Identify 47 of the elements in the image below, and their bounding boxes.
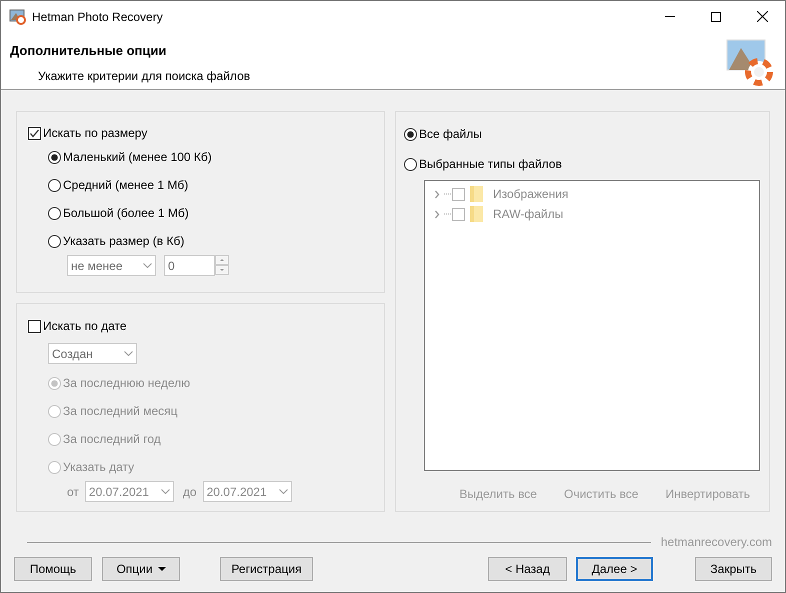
tree-connector <box>444 193 452 195</box>
dialog-button[interactable]: Далее > <box>576 557 653 581</box>
size-option-label[interactable]: Средний (менее 1 Мб) <box>63 176 188 194</box>
folder-icon <box>470 186 483 202</box>
dialog-button[interactable]: < Назад <box>488 557 567 581</box>
dialog-button[interactable]: Регистрация <box>220 557 313 581</box>
page-subtitle: Укажите критерии для поиска файлов <box>37 68 250 84</box>
file-type-option-label[interactable]: Выбранные типы файлов <box>419 155 562 173</box>
size-filter-label[interactable]: Искать по размеру <box>43 124 148 142</box>
photo-lifebuoy-icon <box>725 38 773 86</box>
app-icon <box>9 8 26 25</box>
chevron-down-icon <box>124 351 133 356</box>
radio-button[interactable] <box>48 150 61 164</box>
radio-button[interactable] <box>48 206 61 220</box>
chevron-down-icon <box>160 489 170 494</box>
website-label: hetmanrecovery.com <box>660 534 772 551</box>
window-title: Hetman Photo Recovery <box>32 8 163 26</box>
maximize-icon <box>711 12 721 22</box>
from-label: от <box>67 484 79 500</box>
radio-button[interactable] <box>48 234 61 248</box>
menu-button[interactable]: Опции <box>102 557 180 581</box>
close-icon <box>756 11 768 22</box>
from-date-picker[interactable]: 20.07.2021 <box>84 481 174 502</box>
chevron-down-icon <box>143 263 152 268</box>
radio-button[interactable] <box>48 178 61 192</box>
spin-up-icon[interactable] <box>215 255 229 265</box>
minimize-icon <box>665 16 675 17</box>
to-date-picker[interactable]: 20.07.2021 <box>202 481 292 502</box>
page-title: Дополнительные опции <box>10 42 168 60</box>
checkbox[interactable] <box>28 126 41 140</box>
dialog-button[interactable]: Закрыть <box>695 557 772 581</box>
size-option-label[interactable]: Указать размер (в Кб) <box>63 232 184 250</box>
to-label: до <box>182 484 197 500</box>
chevron-down-icon <box>278 489 288 494</box>
radio-button[interactable] <box>404 158 417 170</box>
caret-down-icon <box>158 567 166 571</box>
date-type-dropdown[interactable]: Создан <box>48 343 137 364</box>
date-filter-label[interactable]: Искать по дате <box>43 317 127 335</box>
folder-icon <box>470 206 483 222</box>
file-type-option-label[interactable]: Все файлы <box>419 125 482 143</box>
tree-connector <box>444 213 452 215</box>
radio-button[interactable] <box>404 128 417 140</box>
size-option-label[interactable]: Маленький (менее 100 Кб) <box>63 148 212 166</box>
spin-down-icon[interactable] <box>215 265 229 275</box>
size-option-label[interactable]: Большой (более 1 Мб) <box>63 204 189 222</box>
checkbox[interactable] <box>28 320 41 332</box>
dialog-button[interactable]: Помощь <box>14 557 92 581</box>
